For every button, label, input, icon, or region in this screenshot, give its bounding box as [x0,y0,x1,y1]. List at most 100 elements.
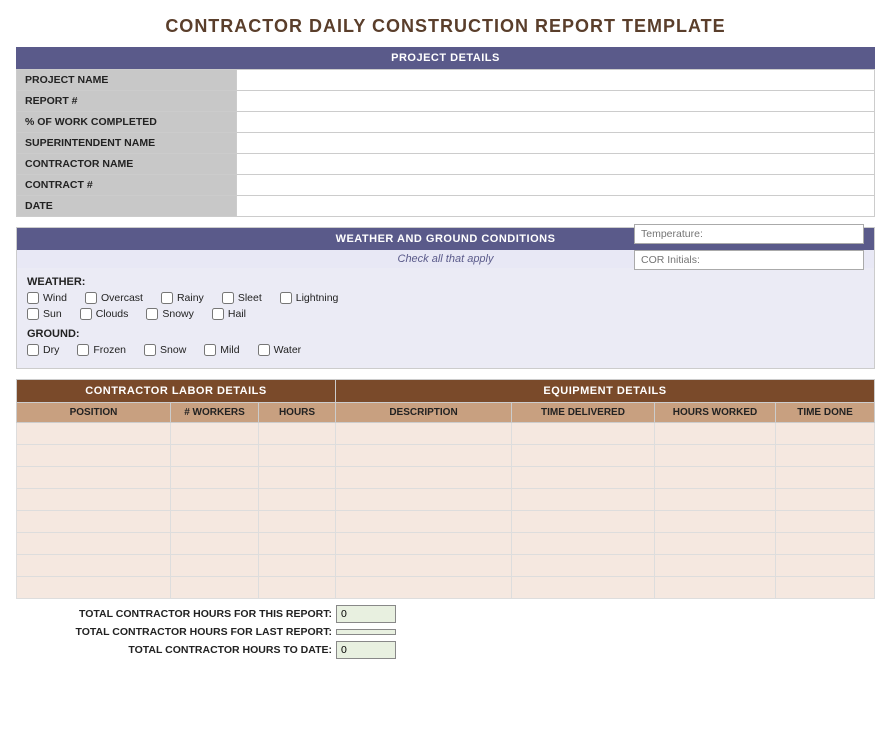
equipment-cell[interactable] [512,489,655,511]
superintendent-value[interactable] [237,133,875,154]
checkbox-water[interactable]: Water [258,344,302,356]
checkbox-mild[interactable]: Mild [204,344,239,356]
clouds-checkbox[interactable] [80,308,92,320]
labor-cell[interactable] [259,423,336,445]
checkbox-sleet[interactable]: Sleet [222,292,262,304]
date-input[interactable] [245,200,866,212]
equipment-cell[interactable] [336,423,512,445]
contractor-name-input[interactable] [245,158,866,170]
checkbox-snow[interactable]: Snow [144,344,186,356]
labor-cell[interactable] [17,445,171,467]
equipment-cell[interactable] [776,577,875,599]
equipment-cell[interactable] [336,533,512,555]
labor-cell[interactable] [171,577,259,599]
equipment-cell[interactable] [655,423,776,445]
labor-cell[interactable] [17,467,171,489]
labor-cell[interactable] [259,511,336,533]
labor-cell[interactable] [259,555,336,577]
labor-cell[interactable] [171,511,259,533]
labor-cell[interactable] [171,533,259,555]
checkbox-clouds[interactable]: Clouds [80,308,129,320]
checkbox-hail[interactable]: Hail [212,308,246,320]
labor-cell[interactable] [259,533,336,555]
snow-checkbox[interactable] [144,344,156,356]
checkbox-frozen[interactable]: Frozen [77,344,126,356]
contract-num-value[interactable] [237,175,875,196]
labor-cell[interactable] [171,423,259,445]
equipment-cell[interactable] [336,577,512,599]
equipment-cell[interactable] [655,577,776,599]
equipment-cell[interactable] [776,533,875,555]
equipment-cell[interactable] [336,555,512,577]
project-name-value[interactable] [237,70,875,91]
equipment-cell[interactable] [512,555,655,577]
equipment-cell[interactable] [336,489,512,511]
sleet-checkbox[interactable] [222,292,234,304]
labor-cell[interactable] [17,511,171,533]
wind-checkbox[interactable] [27,292,39,304]
superintendent-input[interactable] [245,137,866,149]
contract-num-input[interactable] [245,179,866,191]
rainy-checkbox[interactable] [161,292,173,304]
lightning-checkbox[interactable] [280,292,292,304]
labor-cell[interactable] [259,577,336,599]
labor-cell[interactable] [171,555,259,577]
checkbox-snowy[interactable]: Snowy [146,308,194,320]
project-name-input[interactable] [245,74,866,86]
labor-cell[interactable] [171,489,259,511]
contractor-name-value[interactable] [237,154,875,175]
equipment-cell[interactable] [512,445,655,467]
overcast-checkbox[interactable] [85,292,97,304]
labor-cell[interactable] [17,533,171,555]
checkbox-overcast[interactable]: Overcast [85,292,143,304]
equipment-cell[interactable] [776,511,875,533]
snowy-checkbox[interactable] [146,308,158,320]
labor-cell[interactable] [171,445,259,467]
equipment-cell[interactable] [655,467,776,489]
equipment-cell[interactable] [336,445,512,467]
checkbox-lightning[interactable]: Lightning [280,292,339,304]
equipment-cell[interactable] [512,577,655,599]
equipment-cell[interactable] [512,511,655,533]
equipment-cell[interactable] [512,423,655,445]
work-completed-input[interactable] [245,116,866,128]
frozen-checkbox[interactable] [77,344,89,356]
equipment-cell[interactable] [655,511,776,533]
labor-cell[interactable] [259,445,336,467]
labor-cell[interactable] [17,577,171,599]
dry-checkbox[interactable] [27,344,39,356]
equipment-cell[interactable] [512,533,655,555]
equipment-cell[interactable] [655,445,776,467]
labor-cell[interactable] [17,555,171,577]
date-value[interactable] [237,196,875,217]
work-completed-value[interactable] [237,112,875,133]
checkbox-dry[interactable]: Dry [27,344,59,356]
temperature-input[interactable] [634,224,864,244]
equipment-cell[interactable] [655,489,776,511]
checkbox-wind[interactable]: Wind [27,292,67,304]
equipment-cell[interactable] [336,467,512,489]
labor-cell[interactable] [17,423,171,445]
labor-cell[interactable] [171,467,259,489]
checkbox-rainy[interactable]: Rainy [161,292,204,304]
checkbox-sun[interactable]: Sun [27,308,62,320]
water-checkbox[interactable] [258,344,270,356]
equipment-cell[interactable] [655,555,776,577]
labor-cell[interactable] [259,467,336,489]
equipment-cell[interactable] [655,533,776,555]
equipment-cell[interactable] [512,467,655,489]
report-num-value[interactable] [237,91,875,112]
equipment-cell[interactable] [776,467,875,489]
equipment-cell[interactable] [776,489,875,511]
equipment-cell[interactable] [336,511,512,533]
hail-checkbox[interactable] [212,308,224,320]
equipment-cell[interactable] [776,423,875,445]
sun-checkbox[interactable] [27,308,39,320]
report-num-input[interactable] [245,95,866,107]
mild-checkbox[interactable] [204,344,216,356]
labor-cell[interactable] [17,489,171,511]
equipment-cell[interactable] [776,555,875,577]
labor-cell[interactable] [259,489,336,511]
cor-initials-input[interactable] [634,250,864,270]
equipment-cell[interactable] [776,445,875,467]
